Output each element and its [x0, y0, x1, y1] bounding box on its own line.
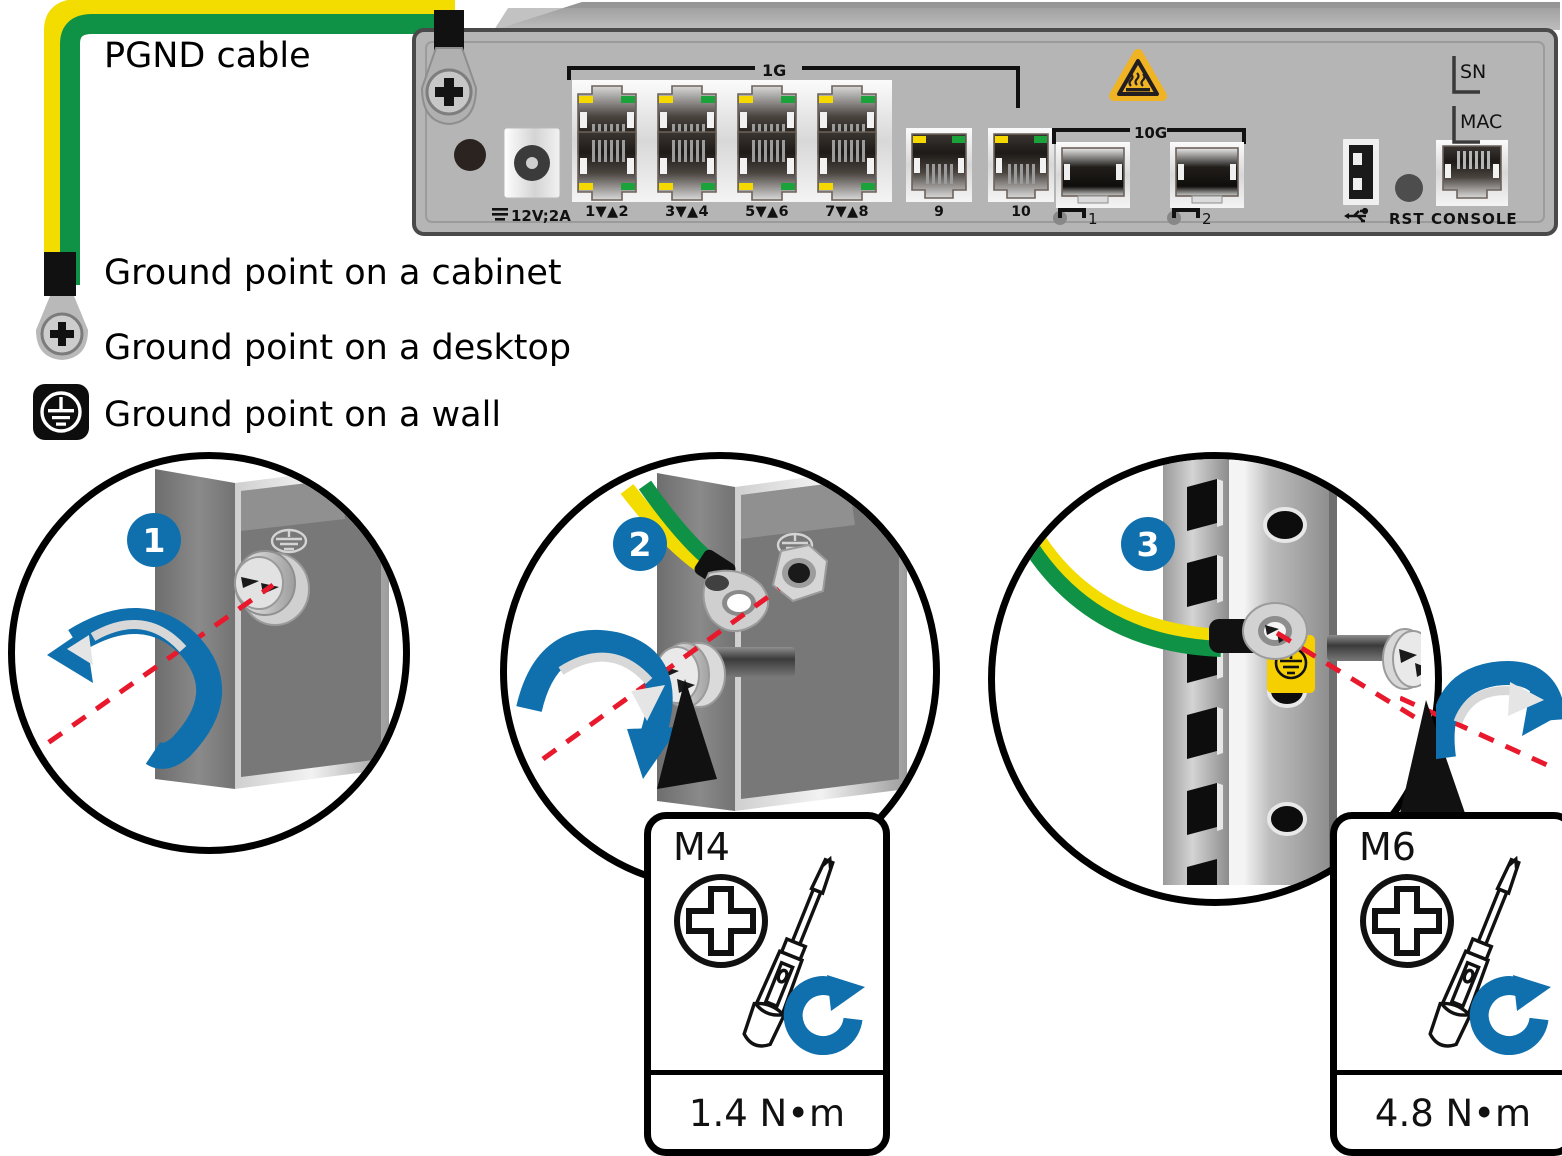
pgnd-cable-label: PGND cable: [104, 36, 311, 76]
svg-text:CONSOLE: CONSOLE: [1431, 210, 1518, 228]
torque-screw-size-m4: M4: [673, 825, 730, 869]
svg-text:2: 2: [1202, 210, 1212, 228]
port-label-5-6: 5▼▲6: [745, 204, 789, 220]
screw-lug-icon: [36, 296, 88, 360]
torque-spec-m6: M6 4.8 N•m: [1330, 812, 1562, 1156]
step-3-turn-arrow-icon: [1436, 661, 1562, 760]
switch-device: 12V;2A 1G 10G 1 2 RST CONSOLE SN MAC 1▼▲…: [412, 0, 1560, 240]
svg-text:MAC: MAC: [1460, 111, 1502, 133]
legend-label-wall: Ground point on a wall: [104, 395, 502, 435]
step-number-2: 2: [613, 517, 667, 571]
port-label-9: 9: [934, 204, 944, 220]
step-number-1: 1: [127, 513, 181, 567]
torque-screw-size-m6: M6: [1359, 825, 1416, 869]
torque-value-m4: 1.4 N•m: [688, 1092, 846, 1135]
torque-spec-m4: M4 1.4 N•m: [644, 812, 890, 1156]
clockwise-rotation-icon: [783, 975, 865, 1055]
legend-label-cabinet: Ground point on a cabinet: [104, 253, 562, 293]
legend-label-desktop: Ground point on a desktop: [104, 328, 572, 368]
svg-text:10G: 10G: [1134, 124, 1167, 142]
cable-lug-icon: [44, 252, 76, 296]
port-label-3-4: 3▼▲4: [665, 204, 709, 220]
torque-divider: [651, 1070, 883, 1075]
step-number-3: 3: [1121, 517, 1175, 571]
torque-value-m6: 4.8 N•m: [1374, 1092, 1532, 1135]
step-1-illustration: 1: [8, 452, 410, 854]
clockwise-rotation-icon: [1469, 975, 1551, 1055]
port-label-1-2: 1▼▲2: [585, 204, 629, 220]
svg-text:1: 1: [1088, 210, 1098, 228]
svg-text:SN: SN: [1460, 61, 1486, 83]
svg-text:1G: 1G: [762, 61, 786, 80]
earth-ground-icon: [33, 384, 89, 440]
svg-text:12V;2A: 12V;2A: [511, 207, 571, 225]
port-label-7-8: 7▼▲8: [825, 204, 869, 220]
torque-divider: [1337, 1070, 1562, 1075]
port-label-10: 10: [1011, 204, 1031, 220]
svg-text:RST: RST: [1389, 210, 1425, 228]
